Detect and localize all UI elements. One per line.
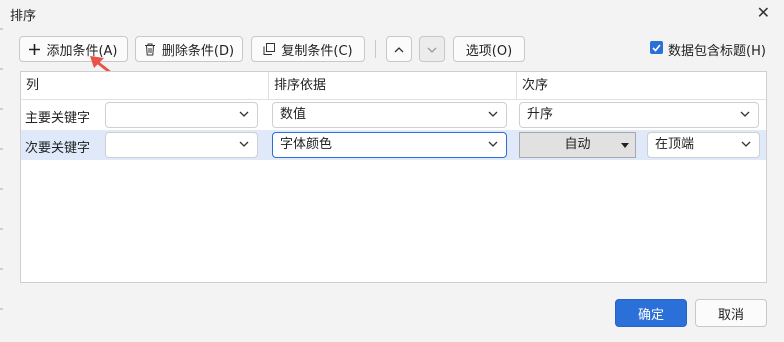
order-value: 在顶端	[655, 137, 695, 152]
copy-icon	[263, 43, 276, 55]
column-header-column: 列	[21, 72, 269, 100]
dropdown-triangle-icon	[621, 143, 629, 148]
table-row[interactable]: 次要关键字 字体颜色 自动 在顶端	[21, 130, 766, 160]
column-header-order: 次序	[517, 72, 766, 100]
plus-icon	[29, 43, 41, 55]
sort-on-select[interactable]: 数值	[272, 102, 507, 128]
cancel-label: 取消	[717, 307, 744, 323]
font-color-select[interactable]: 自动	[519, 132, 636, 158]
ok-button[interactable]: 确定	[615, 299, 687, 327]
chevron-down-icon	[427, 42, 437, 57]
row-label: 次要关键字	[25, 141, 91, 156]
move-down-button[interactable]	[419, 36, 445, 62]
sort-on-value: 字体颜色	[280, 137, 333, 152]
checkmark-icon	[652, 43, 661, 52]
column-select[interactable]	[105, 132, 258, 158]
options-button[interactable]: 选项(O)	[453, 36, 525, 62]
chevron-down-icon	[741, 141, 751, 147]
sort-on-select[interactable]: 字体颜色	[272, 132, 507, 158]
trash-icon	[144, 43, 156, 56]
column-select[interactable]	[105, 102, 258, 128]
header-checkbox-label: 数据包含标题(H)	[668, 44, 766, 59]
column-header-sort-on: 排序依据	[269, 72, 517, 100]
window-edge	[0, 28, 3, 342]
delete-condition-label: 删除条件(D)	[161, 43, 235, 59]
close-icon[interactable]: ✕	[757, 3, 770, 22]
chevron-down-icon	[239, 141, 249, 147]
move-up-button[interactable]	[386, 36, 412, 62]
chevron-up-icon	[394, 42, 404, 57]
options-label: 选项(O)	[465, 43, 513, 59]
copy-condition-label: 复制条件(C)	[281, 43, 353, 59]
copy-condition-button[interactable]: 复制条件(C)	[251, 36, 365, 62]
chevron-down-icon	[488, 141, 498, 147]
chevron-down-icon	[239, 111, 249, 117]
header-checkbox[interactable]	[650, 41, 663, 54]
table-row[interactable]: 主要关键字 数值 升序	[21, 100, 766, 130]
sort-conditions-grid: 列 排序依据 次序 主要关键字 数值 升序 次要关键字 字体颜色 自动 在顶端	[20, 71, 767, 283]
delete-condition-button[interactable]: 删除条件(D)	[135, 36, 243, 62]
chevron-down-icon	[740, 111, 750, 117]
ok-label: 确定	[637, 307, 664, 323]
dialog-title: 排序	[10, 9, 37, 24]
toolbar-separator	[375, 40, 376, 58]
order-select[interactable]: 升序	[519, 102, 759, 128]
font-color-value: 自动	[564, 137, 591, 152]
sort-on-value: 数值	[280, 107, 307, 122]
order-value: 升序	[527, 107, 554, 122]
row-label: 主要关键字	[25, 111, 91, 126]
title-bar: 排序 ✕	[0, 0, 784, 28]
order-select[interactable]: 在顶端	[647, 132, 760, 158]
cancel-button[interactable]: 取消	[695, 299, 767, 327]
chevron-down-icon	[488, 111, 498, 117]
